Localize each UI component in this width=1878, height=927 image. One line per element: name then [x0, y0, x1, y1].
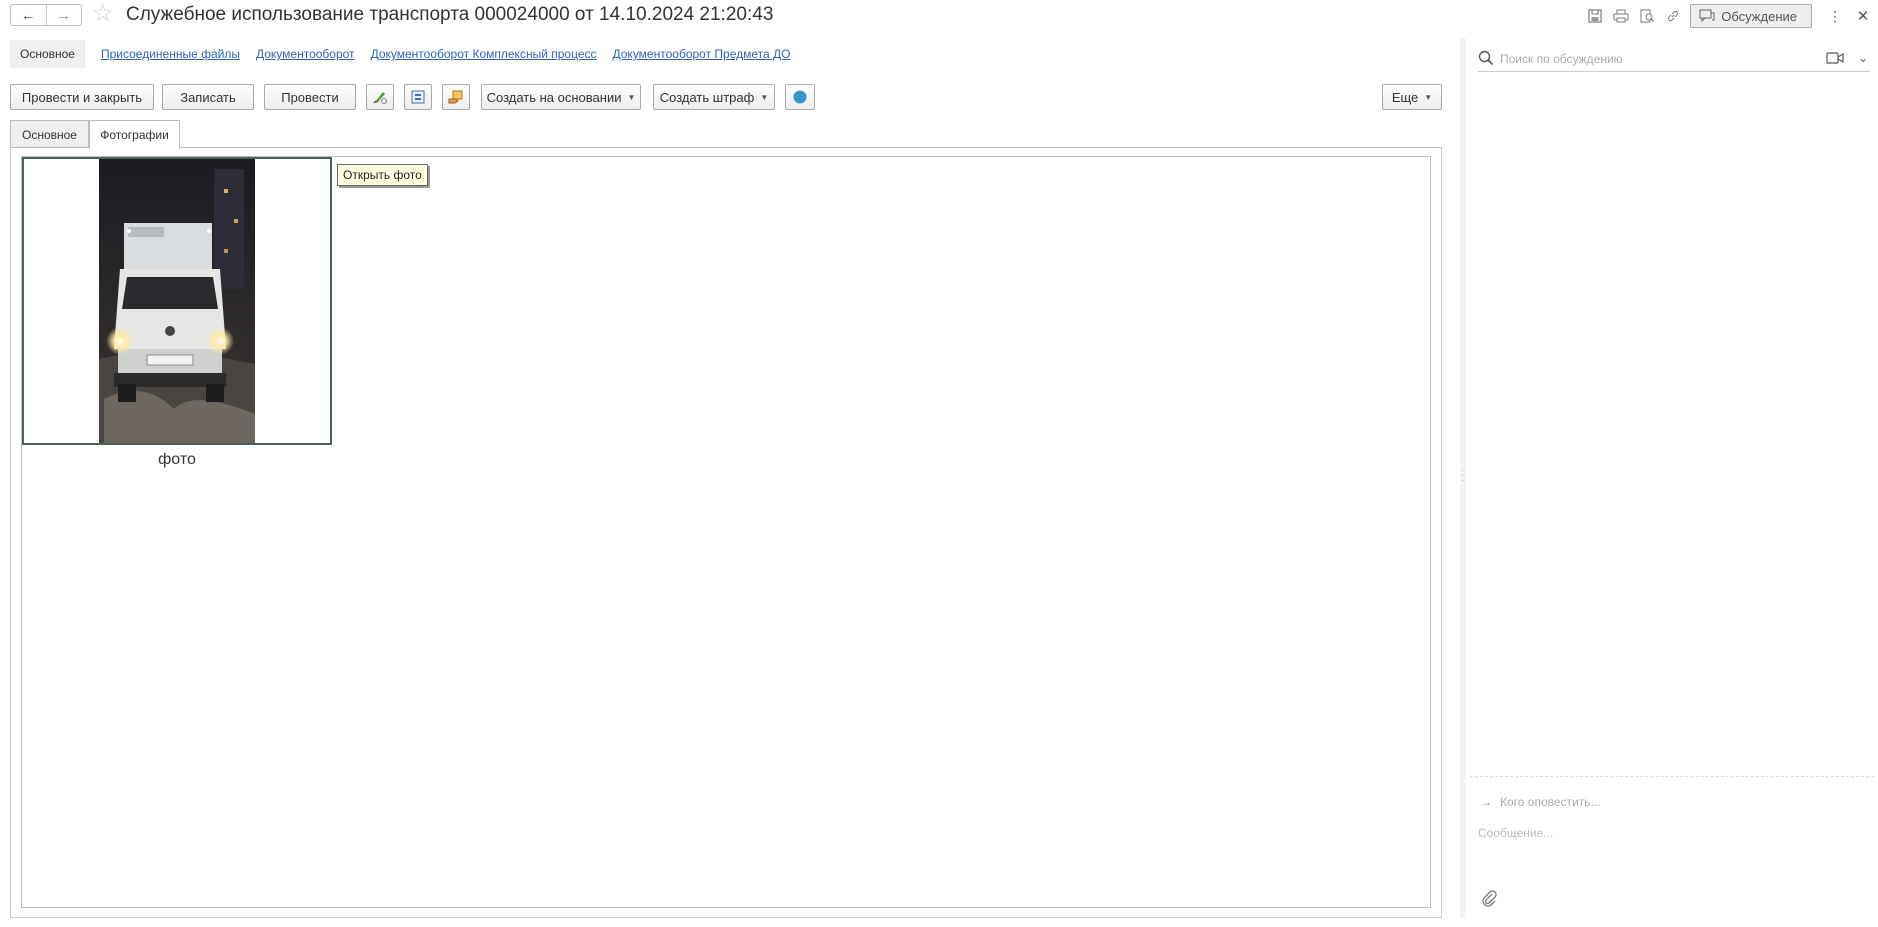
link-document-flow[interactable]: Документооборот	[256, 47, 355, 61]
save-disk-icon[interactable]	[1582, 5, 1608, 27]
link-complex-process[interactable]: Документооборот Комплексный процесс	[371, 47, 597, 61]
truck-photo-image	[24, 159, 330, 443]
post-button[interactable]: Провести	[264, 84, 356, 110]
paperclip-icon[interactable]	[1480, 889, 1498, 907]
photo-thumbnail[interactable]	[22, 157, 332, 445]
link-icon[interactable]	[1660, 5, 1686, 27]
print-icon[interactable]	[1608, 5, 1634, 27]
close-icon[interactable]: ✕	[1848, 7, 1878, 25]
create-based-on-label: Создать на основании	[486, 89, 622, 105]
window-actions: Обсуждение ⋮ ✕	[1582, 4, 1878, 28]
globe-icon	[793, 90, 807, 104]
create-fine-label: Создать штраф	[659, 89, 755, 105]
favorite-star-icon[interactable]: ☆	[92, 2, 114, 26]
discussion-toggle-button[interactable]: Обсуждение	[1690, 4, 1812, 28]
map-button[interactable]	[785, 84, 815, 110]
preview-icon[interactable]	[1634, 5, 1660, 27]
dropdown-caret-icon: ▼	[1424, 92, 1433, 102]
hand-document-icon	[448, 90, 463, 104]
form-links: Основное Присоединенные файлы Документоо…	[10, 39, 790, 69]
link-subject-flow[interactable]: Документооборот Предмета ДО	[613, 47, 791, 61]
tab-main[interactable]: Основное	[10, 120, 89, 148]
dropdown-caret-icon: ▼	[627, 92, 636, 102]
navigation-buttons: ← →	[10, 4, 82, 26]
notify-field[interactable]: → Кого оповестить...	[1480, 795, 1601, 809]
link-main-active[interactable]: Основное	[10, 40, 85, 68]
photo-caption: фото	[158, 451, 196, 468]
create-based-on-button[interactable]: Создать на основании ▼	[481, 84, 641, 110]
sign-button[interactable]	[366, 84, 394, 110]
arrow-right-icon: →	[1480, 795, 1492, 809]
search-icon	[1478, 50, 1494, 66]
dropdown-caret-icon: ▼	[760, 92, 769, 102]
document-structure-icon	[411, 90, 425, 104]
save-button[interactable]: Записать	[162, 84, 254, 110]
chevron-down-icon[interactable]: ⌄	[1858, 51, 1868, 65]
notify-placeholder: Кого оповестить...	[1500, 795, 1601, 809]
more-button[interactable]: Еще ▼	[1382, 84, 1442, 110]
tab-photos[interactable]: Фотографии	[89, 120, 180, 149]
more-label: Еще	[1391, 89, 1419, 105]
title-bar: ← → ☆ Служебное использование транспорта…	[0, 0, 1878, 30]
create-fine-button[interactable]: Создать штраф ▼	[653, 84, 775, 110]
link-attached-files[interactable]: Присоединенные файлы	[101, 47, 240, 61]
message-input[interactable]: Сообщение...	[1478, 826, 1553, 840]
discussion-button-label: Обсуждение	[1721, 8, 1797, 24]
forward-arrow-icon[interactable]: →	[45, 5, 82, 25]
command-bar: Провести и закрыть Записать Провести Соз…	[10, 84, 1444, 110]
back-arrow-icon[interactable]: ←	[11, 5, 46, 25]
post-and-close-button[interactable]: Провести и закрыть	[10, 84, 154, 110]
discussion-search: ⌄	[1478, 46, 1870, 72]
more-vertical-icon[interactable]: ⋮	[1822, 5, 1848, 27]
discussion-search-input[interactable]	[1498, 49, 1798, 69]
splitter-grip-icon[interactable]: · · ·	[1461, 466, 1464, 486]
hand-over-button[interactable]	[442, 84, 470, 110]
pen-sign-icon	[373, 92, 387, 104]
open-photo-tooltip: Открыть фото	[337, 164, 428, 186]
structure-button[interactable]	[404, 84, 432, 110]
chat-bubble-icon	[1699, 9, 1715, 23]
page-title: Служебное использование транспорта 00002…	[126, 4, 774, 25]
video-call-icon[interactable]	[1826, 52, 1844, 64]
message-area-divider	[1470, 776, 1874, 777]
